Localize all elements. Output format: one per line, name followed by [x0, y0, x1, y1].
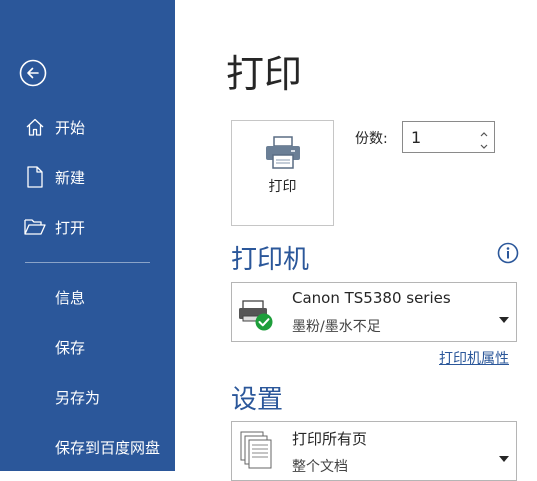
chevron-down-icon[interactable]: [478, 138, 490, 150]
sidebar-item-save-as[interactable]: 另存为: [0, 377, 175, 417]
page-title: 打印: [226, 52, 303, 96]
sidebar-item-save-to-baidu[interactable]: 保存到百度网盘: [0, 427, 175, 467]
print-range-dropdown[interactable]: 打印所有页 整个文档: [231, 421, 517, 481]
sidebar-item-new[interactable]: 新建: [0, 157, 175, 197]
printer-status-icon: [237, 295, 275, 333]
printer-name: Canon TS5380 series: [292, 289, 451, 307]
printer-icon: [263, 135, 303, 171]
pages-icon: [237, 430, 275, 469]
settings-section-title: 设置: [231, 385, 284, 415]
print-range-sub: 整个文档: [292, 459, 348, 475]
sidebar-item-label: 保存到百度网盘: [55, 438, 161, 457]
sidebar-item-label: 信息: [55, 288, 86, 307]
sidebar-item-label: 另存为: [55, 388, 101, 407]
printer-dropdown[interactable]: Canon TS5380 series 墨粉/墨水不足: [231, 282, 517, 342]
new-document-icon: [24, 165, 46, 189]
copies-value: 1: [411, 128, 422, 147]
sidebar-divider: [25, 262, 150, 263]
printer-status: 墨粉/墨水不足: [292, 319, 381, 335]
chevron-up-icon[interactable]: [478, 125, 490, 137]
copies-label: 份数:: [355, 131, 388, 147]
sidebar-item-info[interactable]: 信息: [0, 277, 175, 317]
copies-stepper[interactable]: 1: [402, 121, 495, 153]
print-button[interactable]: 打印: [231, 120, 334, 226]
open-folder-icon: [24, 215, 46, 239]
sidebar-item-label: 打开: [55, 218, 86, 237]
print-range-main: 打印所有页: [292, 430, 368, 448]
backstage-sidebar: 开始 新建 打开 信息 保存 另存为 保存到百度网盘: [0, 0, 175, 471]
sidebar-item-home[interactable]: 开始: [0, 107, 175, 147]
sidebar-item-label: 开始: [55, 118, 86, 137]
print-button-label: 打印: [268, 179, 297, 195]
back-arrow-icon[interactable]: [19, 59, 47, 87]
sidebar-item-save[interactable]: 保存: [0, 327, 175, 367]
sidebar-item-label: 新建: [55, 168, 86, 187]
info-icon[interactable]: [497, 242, 519, 264]
printer-section-title: 打印机: [231, 245, 310, 275]
dropdown-arrow-icon: [499, 309, 509, 323]
sidebar-item-open[interactable]: 打开: [0, 207, 175, 247]
home-icon: [24, 115, 46, 139]
sidebar-item-label: 保存: [55, 338, 86, 357]
dropdown-arrow-icon: [499, 448, 509, 462]
printer-properties-link[interactable]: 打印机属性: [439, 348, 509, 368]
